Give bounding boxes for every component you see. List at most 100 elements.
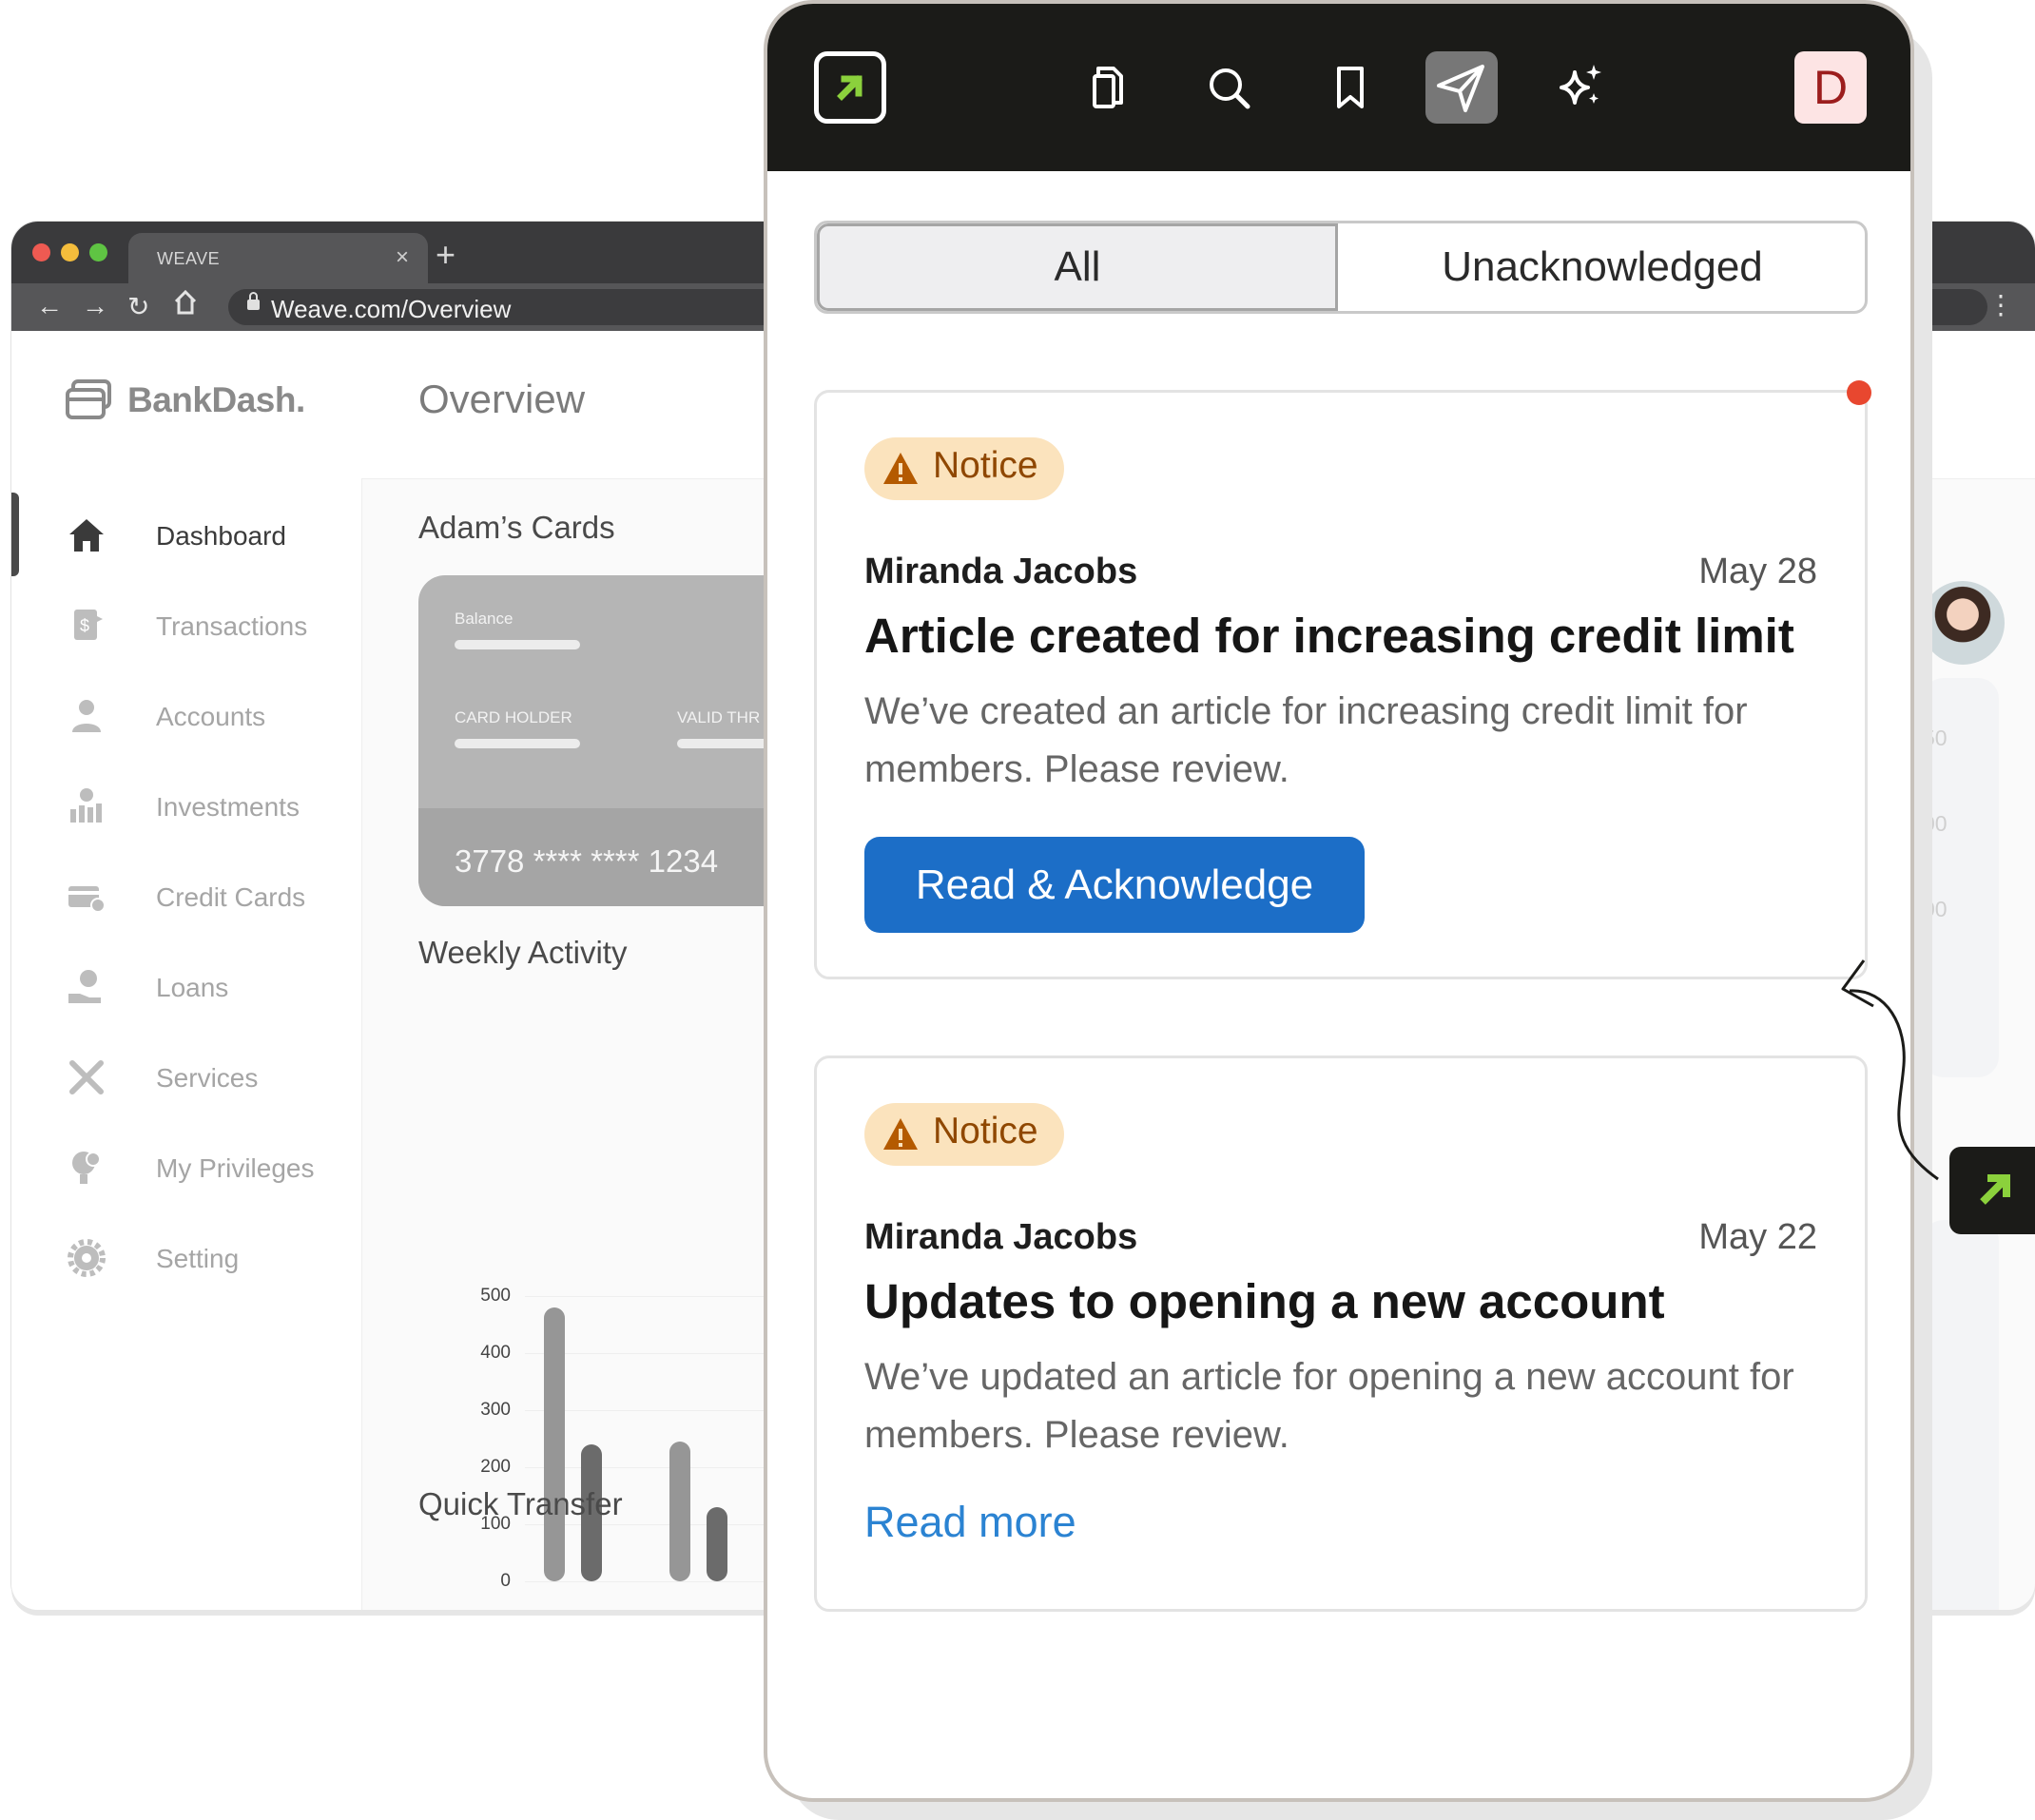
launcher-arrow-icon [1980,1174,2010,1205]
chart-bar [669,1442,690,1581]
notification-title: Updates to opening a new account [864,1274,1665,1328]
sidebar-item-accounts[interactable]: Accounts [67,694,352,742]
profile-avatar-button[interactable]: D [1794,51,1867,124]
card-number: 3778 **** **** 1234 [455,843,719,879]
grid-line [525,1296,782,1297]
sidebar-item-setting[interactable]: Setting [67,1236,352,1284]
sparkles-icon[interactable] [1546,51,1618,124]
page-title: Overview [418,377,586,421]
notice-badge-label: Notice [933,1111,1038,1152]
sidebar-item-label: Transactions [156,611,308,641]
notification-card[interactable]: Notice Miranda Jacobs May 28 Article cre… [814,390,1868,979]
sidebar-item-investments[interactable]: Investments [67,784,352,832]
curved-arrow-icon [1841,959,1939,1181]
notice-badge-label: Notice [933,445,1038,486]
hidden-panel [1923,1220,1999,1610]
floating-launcher-button[interactable] [1949,1147,2035,1234]
sidebar-item-label: Setting [156,1244,240,1273]
card-balance-placeholder [455,640,580,649]
sidebar-item-label: Loans [156,973,229,1002]
y-tick-label: 500 [480,1286,511,1306]
read-acknowledge-button[interactable]: Read & Acknowledge [864,837,1365,933]
grid-line [525,1581,782,1582]
minimize-window-dot[interactable] [61,243,79,261]
sidebar-item-label: Dashboard [156,521,286,551]
browser-tab-title: WEAVE [157,249,221,268]
sidebar-item-label: My Privileges [156,1153,315,1183]
bankdash-logo-icon [66,379,111,419]
sidebar-item-label: Services [156,1063,259,1093]
tab-close-icon[interactable]: × [396,244,409,271]
y-tick-label: 400 [480,1343,511,1363]
brand-arrow-icon[interactable] [814,51,886,124]
tab-all[interactable]: All [817,223,1338,311]
notification-panel: D All Unacknowledged Notice Miranda Jaco… [764,0,1914,1802]
sidebar-item-transactions[interactable]: $ Transactions [67,604,352,651]
notification-author: Miranda Jacobs [864,552,1138,591]
tab-unacknowledged[interactable]: Unacknowledged [1340,223,1865,311]
svg-text:$: $ [80,616,89,635]
notification-date: May 28 [1698,552,1817,591]
new-tab-button[interactable]: + [436,235,455,275]
sidebar-item-loans[interactable]: Loans [67,965,352,1013]
reload-icon[interactable]: ↻ [127,291,149,322]
notification-card[interactable]: Notice Miranda Jacobs May 22 Updates to … [814,1055,1868,1612]
card-holder-label: CARD HOLDER [455,708,572,726]
tools-icon [69,1060,104,1094]
brand-name: BankDash. [127,380,305,419]
close-window-dot[interactable] [32,243,50,261]
sidebar-item-credit-cards[interactable]: Credit Cards [67,875,352,922]
warning-icon [883,1118,918,1150]
send-icon[interactable] [1425,51,1498,124]
weekly-activity-chart: 5004003002001000SatSun [458,1277,782,1610]
unread-indicator-dot [1847,380,1871,405]
card-balance-label: Balance [455,610,514,628]
bookmark-icon[interactable] [1314,51,1386,124]
user-avatar[interactable] [1921,581,2005,665]
bank-card[interactable]: Balance CARD HOLDER VALID THR 3778 **** … [418,575,818,906]
gear-icon [68,1239,106,1277]
notification-body: We’ve created an article for increasing … [864,690,1748,790]
y-tick-label: 300 [480,1400,511,1420]
card-holder-placeholder [455,739,580,748]
y-tick-label: 200 [480,1457,511,1477]
notification-date: May 22 [1698,1217,1817,1257]
user-icon [72,700,101,732]
cards-section-title: Adam’s Cards [418,510,615,545]
transactions-icon: $ [74,610,103,640]
warning-icon [883,453,918,484]
sidebar-item-my-privileges[interactable]: My Privileges [67,1146,352,1193]
privileges-icon [72,1152,101,1184]
forward-icon[interactable]: → [82,291,108,321]
notice-badge: Notice [864,1103,1064,1166]
panel-toolbar: D [767,4,1910,171]
browser-tab[interactable]: WEAVE × [128,233,428,283]
read-more-link[interactable]: Read more [864,1498,1076,1547]
notification-title: Article created for increasing credit li… [864,609,1794,663]
documents-icon[interactable] [1072,51,1144,124]
back-icon[interactable]: ← [36,291,63,321]
home-browser-icon[interactable] [173,289,198,322]
loan-icon [68,970,101,1003]
quick-transfer-title: Quick Transfer [418,1486,623,1521]
address-url: Weave.com/Overview [271,295,512,323]
notification-author: Miranda Jacobs [864,1217,1138,1257]
search-icon[interactable] [1192,51,1265,124]
app-sidebar: BankDash. Dashboard $ Transactions Accou… [11,331,362,1610]
investments-icon [70,788,102,823]
sidebar-item-label: Credit Cards [156,882,306,912]
maximize-window-dot[interactable] [89,243,107,261]
sidebar-item-dashboard[interactable]: Dashboard [67,513,352,561]
weekly-activity-title: Weekly Activity [418,935,628,970]
chart-bar [707,1507,727,1581]
sidebar-item-services[interactable]: Services [67,1055,352,1103]
card-valid-label: VALID THR [677,708,761,726]
active-indicator [11,493,19,576]
y-tick-label: 0 [500,1571,511,1591]
sidebar-item-label: Investments [156,792,300,822]
lock-icon [247,292,260,310]
sidebar-item-label: Accounts [156,702,266,731]
browser-menu-icon[interactable]: ⋮ [1987,289,2014,320]
filter-segmented-control: All Unacknowledged [814,221,1868,314]
notification-body: We’ve updated an article for opening a n… [864,1356,1794,1456]
